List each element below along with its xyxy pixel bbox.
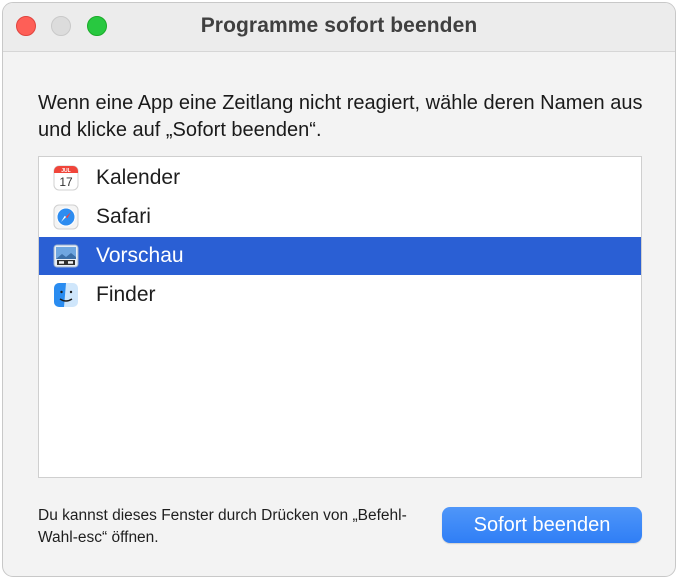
app-label: Safari: [96, 205, 151, 228]
calendar-day-text: 17: [59, 175, 73, 189]
app-label: Finder: [96, 283, 156, 306]
app-label: Vorschau: [96, 244, 184, 267]
window-title: Programme sofort beenden: [200, 14, 478, 37]
calendar-month-text: JUL: [61, 168, 70, 174]
force-quit-button[interactable]: Sofort beenden: [442, 507, 642, 543]
app-row-vorschau[interactable]: Vorschau: [39, 237, 641, 275]
finder-icon: [53, 282, 79, 308]
instruction-text: Wenn eine App eine Zeitlang nicht reagie…: [38, 92, 643, 141]
calendar-icon: JUL 17: [53, 165, 79, 191]
app-label: Kalender: [96, 166, 181, 189]
preview-icon: [53, 243, 79, 269]
app-list[interactable]: JUL 17 Kalender Safari Vorschau Finder: [38, 156, 642, 478]
shortcut-hint: Du kannst dieses Fenster durch Drücken v…: [38, 507, 407, 546]
title-bar: Programme sofort beenden: [3, 3, 675, 52]
app-row-kalender[interactable]: JUL 17 Kalender: [39, 159, 641, 197]
safari-icon: [53, 204, 79, 230]
app-row-safari[interactable]: Safari: [39, 198, 641, 236]
app-row-finder[interactable]: Finder: [39, 276, 641, 314]
force-quit-window: Programme sofort beenden Wenn eine App e…: [2, 2, 676, 577]
